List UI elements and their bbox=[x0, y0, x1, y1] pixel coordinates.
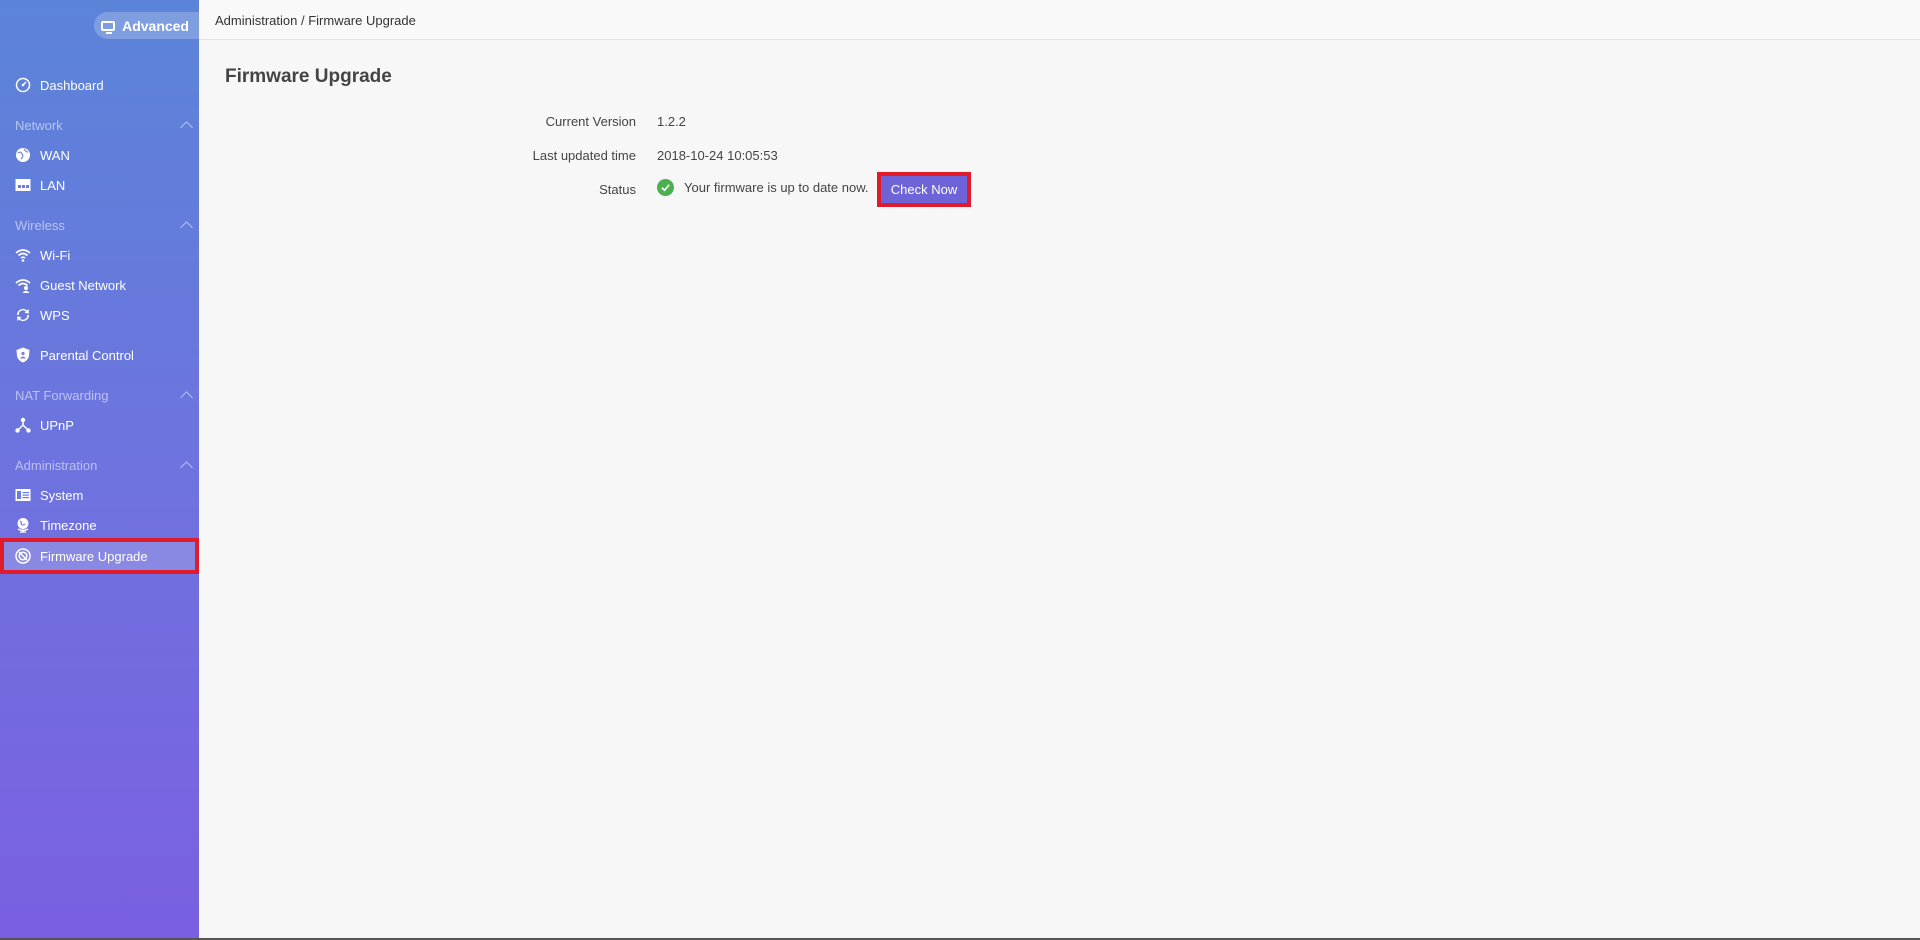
section-network[interactable]: Network bbox=[0, 114, 199, 136]
sidebar-item-label: UPnP bbox=[40, 417, 74, 433]
last-updated-value: 2018-10-24 10:05:53 bbox=[657, 148, 778, 163]
chevron-up-icon bbox=[180, 121, 193, 134]
advanced-mode-label: Advanced bbox=[122, 17, 189, 34]
section-wireless[interactable]: Wireless bbox=[0, 214, 199, 236]
status-text: Your firmware is up to date now. bbox=[684, 180, 869, 195]
breadcrumb: Administration / Firmware Upgrade bbox=[215, 13, 416, 28]
wifi-icon bbox=[15, 247, 31, 263]
section-nat-forwarding[interactable]: NAT Forwarding bbox=[0, 384, 199, 406]
sidebar-item-wan[interactable]: WAN bbox=[0, 140, 199, 170]
chevron-up-icon bbox=[180, 391, 193, 404]
section-label: Administration bbox=[15, 457, 98, 473]
sidebar-item-system[interactable]: System bbox=[0, 480, 199, 510]
sidebar-item-label: WAN bbox=[40, 147, 70, 163]
chevron-up-icon bbox=[180, 221, 193, 234]
sidebar-item-label: Guest Network bbox=[40, 277, 126, 293]
sidebar-item-parental-control[interactable]: Parental Control bbox=[0, 340, 199, 370]
sidebar-item-label: Timezone bbox=[40, 517, 97, 533]
section-label: NAT Forwarding bbox=[15, 387, 109, 403]
network-nodes-icon bbox=[15, 417, 31, 433]
section-label: Network bbox=[15, 117, 63, 133]
sidebar-item-wifi[interactable]: Wi-Fi bbox=[0, 240, 199, 270]
dashboard-icon bbox=[15, 77, 31, 93]
globe-stand-icon bbox=[15, 517, 31, 533]
sidebar-item-label: WPS bbox=[40, 307, 70, 323]
lan-icon bbox=[15, 177, 31, 193]
sidebar-item-lan[interactable]: LAN bbox=[0, 170, 199, 200]
current-version-label: Current Version bbox=[545, 114, 636, 129]
wps-icon bbox=[15, 307, 31, 323]
sidebar-item-guest-network[interactable]: Guest Network bbox=[0, 270, 199, 300]
sidebar-item-label: System bbox=[40, 487, 84, 503]
sidebar-item-upnp[interactable]: UPnP bbox=[0, 410, 199, 440]
shield-icon bbox=[15, 347, 31, 363]
monitor-icon bbox=[101, 20, 116, 34]
sidebar-item-label: Parental Control bbox=[40, 347, 134, 363]
globe-icon bbox=[15, 147, 31, 163]
sidebar-item-label: Firmware Upgrade bbox=[40, 548, 148, 564]
sidebar: Advanced Dashboard Network WAN LAN Wirel… bbox=[0, 0, 199, 940]
sidebar-item-wps[interactable]: WPS bbox=[0, 300, 199, 330]
status-label: Status bbox=[599, 182, 636, 197]
current-version-value: 1.2.2 bbox=[657, 114, 686, 129]
check-now-button[interactable]: Check Now bbox=[877, 172, 971, 207]
top-bar: Administration / Firmware Upgrade bbox=[199, 0, 1920, 40]
status-value: Your firmware is up to date now. bbox=[657, 179, 869, 196]
chevron-up-icon bbox=[180, 461, 193, 474]
sidebar-item-label: Wi-Fi bbox=[40, 247, 71, 263]
sidebar-item-timezone[interactable]: Timezone bbox=[0, 510, 199, 540]
firmware-icon bbox=[15, 548, 31, 564]
page-title: Firmware Upgrade bbox=[225, 66, 392, 87]
check-circle-icon bbox=[657, 179, 674, 196]
sidebar-item-dashboard[interactable]: Dashboard bbox=[0, 70, 199, 100]
system-icon bbox=[15, 487, 31, 503]
app-root: Advanced Dashboard Network WAN LAN Wirel… bbox=[0, 0, 1920, 940]
sidebar-item-firmware-upgrade[interactable]: Firmware Upgrade bbox=[0, 538, 199, 574]
section-administration[interactable]: Administration bbox=[0, 454, 199, 476]
last-updated-label: Last updated time bbox=[532, 148, 636, 163]
sidebar-item-label: Dashboard bbox=[40, 77, 104, 93]
section-label: Wireless bbox=[15, 217, 65, 233]
guest-wifi-icon bbox=[15, 277, 31, 293]
advanced-mode-toggle[interactable]: Advanced bbox=[94, 12, 199, 39]
sidebar-item-label: LAN bbox=[40, 177, 66, 193]
